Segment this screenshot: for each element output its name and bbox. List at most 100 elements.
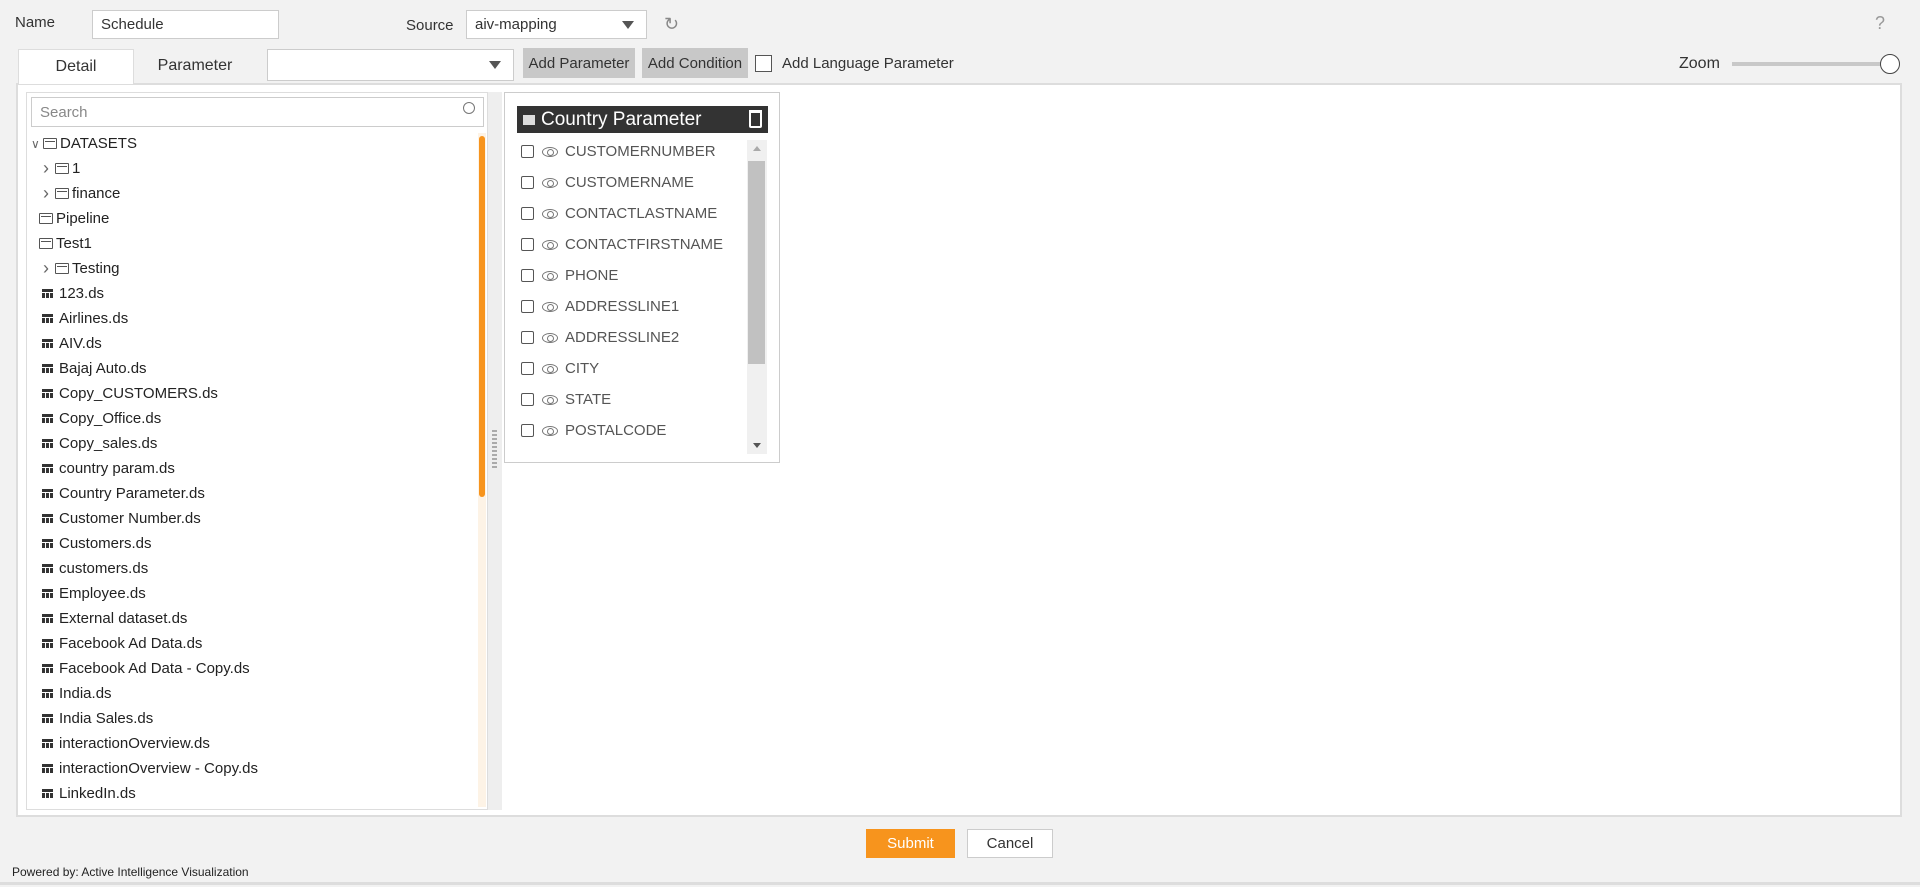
- tree-dataset[interactable]: Facebook Ad Data.ds: [42, 631, 202, 656]
- field-scrollbar[interactable]: [747, 140, 767, 454]
- field-row[interactable]: CUSTOMERNAME: [521, 167, 694, 198]
- tree-item-label: interactionOverview.ds: [59, 735, 210, 752]
- chevron-right-icon[interactable]: ›: [43, 258, 55, 279]
- tree-scrollbar-thumb[interactable]: [479, 136, 485, 497]
- eye-icon[interactable]: [542, 394, 558, 405]
- tree-item-label: Airlines.ds: [59, 310, 129, 327]
- trash-icon[interactable]: [749, 110, 762, 128]
- field-checkbox[interactable]: [521, 176, 534, 189]
- submit-button[interactable]: Submit: [866, 829, 955, 858]
- eye-icon[interactable]: [542, 332, 558, 343]
- tree-folder[interactable]: › finance: [43, 181, 120, 206]
- field-checkbox[interactable]: [521, 269, 534, 282]
- tree-folder[interactable]: ∨ DATASETS: [31, 131, 137, 156]
- eye-icon[interactable]: [542, 270, 558, 281]
- source-value: aiv-mapping: [475, 16, 557, 33]
- cancel-button[interactable]: Cancel: [967, 829, 1053, 858]
- field-row[interactable]: PHONE: [521, 260, 618, 291]
- source-select[interactable]: aiv-mapping: [466, 10, 647, 39]
- field-row[interactable]: STATE: [521, 384, 611, 415]
- field-row[interactable]: CONTACTFIRSTNAME: [521, 229, 723, 260]
- tree-dataset[interactable]: India Sales.ds: [42, 706, 153, 731]
- field-name: ADDRESSLINE1: [565, 298, 680, 315]
- scroll-up-icon[interactable]: [753, 146, 761, 151]
- eye-icon[interactable]: [542, 363, 558, 374]
- card-header[interactable]: Country Parameter: [517, 106, 768, 133]
- chevron-down-icon: [489, 61, 501, 69]
- tree-item-label: Pipeline: [56, 210, 110, 227]
- tab-parameter[interactable]: Parameter: [140, 49, 250, 83]
- eye-icon[interactable]: [542, 239, 558, 250]
- help-icon[interactable]: ?: [1875, 13, 1885, 34]
- tree-dataset[interactable]: Airlines.ds: [42, 306, 128, 331]
- field-checkbox[interactable]: [521, 238, 534, 251]
- eye-icon[interactable]: [542, 146, 558, 157]
- field-checkbox[interactable]: [521, 300, 534, 313]
- tree-dataset[interactable]: Facebook Ad Data - Copy.ds: [42, 656, 250, 681]
- tree-dataset[interactable]: Copy_Office.ds: [42, 406, 161, 431]
- tree-dataset[interactable]: Country Parameter.ds: [42, 481, 205, 506]
- splitter[interactable]: [488, 92, 502, 810]
- add-condition-button[interactable]: Add Condition: [642, 48, 748, 78]
- field-checkbox[interactable]: [521, 331, 534, 344]
- field-row[interactable]: ADDRESSLINE1: [521, 291, 679, 322]
- field-row[interactable]: CUSTOMERNUMBER: [521, 136, 716, 167]
- dataset-icon: [42, 714, 53, 723]
- zoom-slider-track[interactable]: [1732, 62, 1892, 66]
- eye-icon[interactable]: [542, 425, 558, 436]
- chevron-down-icon[interactable]: ∨: [31, 137, 43, 151]
- folder-icon: [43, 138, 57, 149]
- tree-dataset[interactable]: Employee.ds: [42, 581, 146, 606]
- field-row[interactable]: CITY: [521, 353, 599, 384]
- field-row[interactable]: ADDRESSLINE2: [521, 322, 679, 353]
- tree-folder[interactable]: Test1: [39, 231, 92, 256]
- tree-dataset[interactable]: Customer Number.ds: [42, 506, 201, 531]
- scroll-down-icon[interactable]: [753, 443, 761, 448]
- tree-dataset[interactable]: Bajaj Auto.ds: [42, 356, 147, 381]
- field-name: CONTACTFIRSTNAME: [565, 236, 724, 253]
- search-icon[interactable]: [463, 102, 475, 114]
- tree-dataset[interactable]: country param.ds: [42, 456, 175, 481]
- tree-dataset[interactable]: India.ds: [42, 681, 112, 706]
- tree-folder[interactable]: Pipeline: [39, 206, 109, 231]
- tree-dataset[interactable]: Customers.ds: [42, 531, 152, 556]
- field-checkbox[interactable]: [521, 393, 534, 406]
- field-row[interactable]: CONTACTLASTNAME: [521, 198, 717, 229]
- eye-icon[interactable]: [542, 301, 558, 312]
- chevron-right-icon[interactable]: ›: [43, 183, 55, 204]
- eye-icon[interactable]: [542, 208, 558, 219]
- tree-dataset[interactable]: AIV.ds: [42, 331, 102, 356]
- folder-icon: [55, 163, 69, 174]
- search-input[interactable]: Search: [31, 97, 484, 127]
- dataset-card[interactable]: Country Parameter CUSTOMERNUMBER CUSTOMER…: [504, 92, 780, 463]
- name-input[interactable]: Schedule: [92, 10, 279, 39]
- dataset-icon: [42, 639, 53, 648]
- tree-dataset[interactable]: interactionOverview.ds: [42, 731, 210, 756]
- tree-folder[interactable]: › Testing: [43, 256, 120, 281]
- tree-dataset[interactable]: LinkedIn.ds: [42, 781, 136, 806]
- field-checkbox[interactable]: [521, 145, 534, 158]
- zoom-slider-knob[interactable]: [1880, 54, 1900, 74]
- parameter-select[interactable]: [267, 49, 514, 81]
- tree-item-label: DATASETS: [60, 135, 137, 152]
- tree-dataset[interactable]: Copy_sales.ds: [42, 431, 157, 456]
- drag-handle-icon[interactable]: [492, 430, 497, 468]
- add-parameter-button[interactable]: Add Parameter: [523, 48, 635, 78]
- eye-icon[interactable]: [542, 177, 558, 188]
- tree-dataset[interactable]: 123.ds: [42, 281, 104, 306]
- field-row[interactable]: POSTALCODE: [521, 415, 666, 446]
- field-checkbox[interactable]: [521, 207, 534, 220]
- tab-detail[interactable]: Detail: [18, 49, 134, 84]
- tree-dataset[interactable]: interactionOverview - Copy.ds: [42, 756, 258, 781]
- tree-dataset[interactable]: customers.ds: [42, 556, 148, 581]
- refresh-icon[interactable]: ↻: [664, 14, 679, 35]
- field-scrollbar-thumb[interactable]: [748, 161, 765, 364]
- tree-folder[interactable]: › 1: [43, 156, 80, 181]
- field-checkbox[interactable]: [521, 362, 534, 375]
- chevron-right-icon[interactable]: ›: [43, 158, 55, 179]
- tree-dataset[interactable]: External dataset.ds: [42, 606, 187, 631]
- field-checkbox[interactable]: [521, 424, 534, 437]
- add-language-checkbox[interactable]: [755, 55, 772, 72]
- tree-dataset[interactable]: Copy_CUSTOMERS.ds: [42, 381, 218, 406]
- field-name: CUSTOMERNUMBER: [565, 143, 716, 160]
